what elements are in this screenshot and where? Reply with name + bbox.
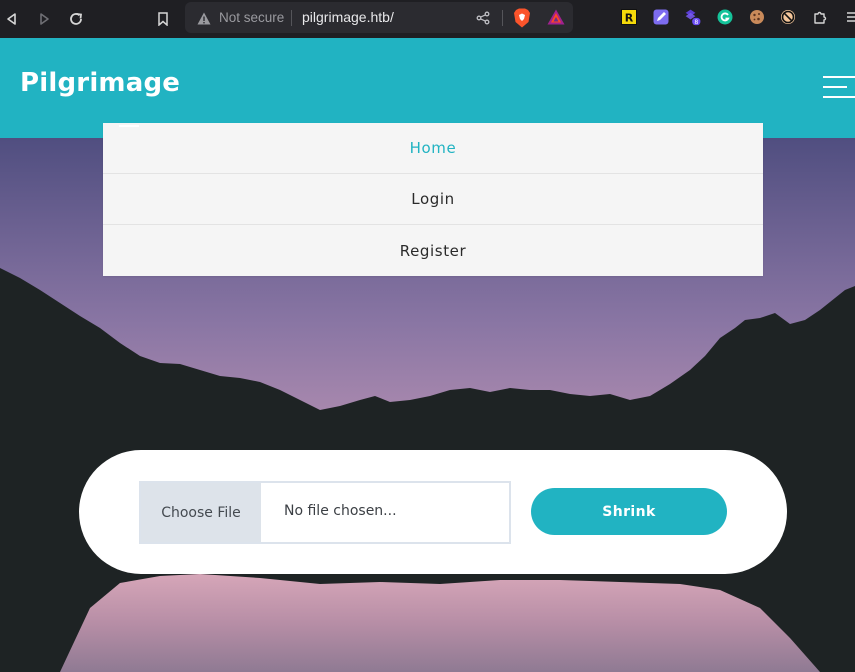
browser-toolbar: Not secure pilgrimage.htb/ R 8 [0,0,855,38]
brave-shield-icon[interactable] [513,8,531,32]
svg-text:8: 8 [694,19,698,26]
forward-icon[interactable] [34,9,54,29]
svg-text:R: R [625,12,634,25]
url-separator [502,10,503,26]
blocker-extension-icon[interactable] [779,8,797,26]
back-icon[interactable] [2,9,22,29]
url-separator [291,10,292,26]
file-status-text: No file chosen... [284,503,397,519]
share-icon[interactable] [476,10,490,29]
notes-extension-icon[interactable] [652,8,670,26]
browser-menu-icon[interactable] [843,8,855,26]
url-text[interactable]: pilgrimage.htb/ [302,9,394,25]
rewards-triangle-icon[interactable] [547,9,565,29]
menu-item-home[interactable]: Home [103,123,763,174]
address-bar[interactable]: Not secure pilgrimage.htb/ [185,2,573,33]
puzzle-extensions-icon[interactable] [811,8,829,26]
cookie-extension-icon[interactable] [748,8,766,26]
reload-icon[interactable] [66,9,86,29]
upload-card: Choose File No file chosen... Shrink [79,450,787,574]
menu-item-register[interactable]: Register [103,225,763,276]
menu-item-login[interactable]: Login [103,174,763,225]
grammarly-extension-icon[interactable] [716,8,734,26]
security-label: Not secure [219,10,285,25]
hamburger-menu-icon[interactable] [821,76,855,102]
shrink-button[interactable]: Shrink [531,488,727,535]
warning-icon [197,10,211,29]
file-input[interactable]: Choose File No file chosen... [139,481,511,544]
reader-extension-icon[interactable]: R [620,8,638,26]
choose-file-button[interactable]: Choose File [141,483,261,542]
nav-dropdown-menu: Home Login Register [103,123,763,276]
brand-logo[interactable]: Pilgrimage [20,68,180,98]
layers-extension-icon[interactable]: 8 [684,8,702,26]
bookmark-icon[interactable] [153,9,173,29]
